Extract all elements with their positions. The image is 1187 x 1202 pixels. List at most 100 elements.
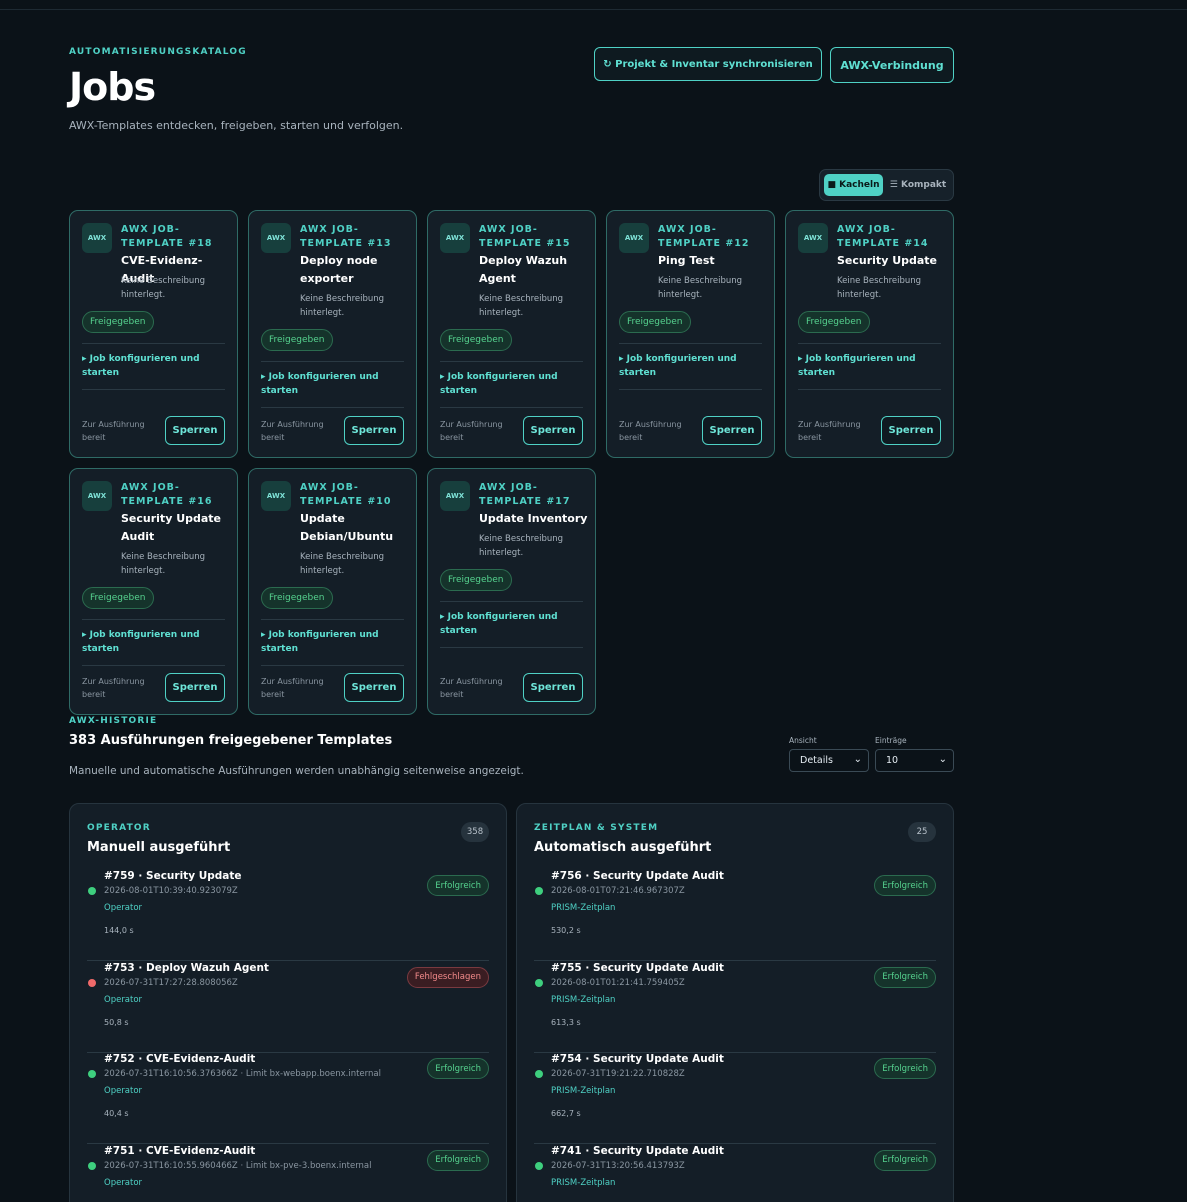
template-kicker: AWX JOB-TEMPLATE #13 [300,224,392,249]
run-title: #753 · Deploy Wazuh Agent [104,961,269,974]
chevron-down-icon: ⌄ [853,754,862,765]
panel-eyebrow: OPERATOR [87,823,151,833]
lock-button[interactable]: Sperren [523,673,583,702]
chevron-down-icon: ⌄ [938,754,947,765]
job-template-card: AWX AWX JOB-TEMPLATE #17 Update Inventor… [427,468,596,715]
lock-button[interactable]: Sperren [165,416,225,445]
run-list-item[interactable]: #741 · Security Update Audit 2026-07-31T… [534,1145,936,1202]
run-status-badge: Erfolgreich [427,1149,489,1171]
template-kicker: AWX JOB-TEMPLATE #16 [121,482,213,507]
job-template-card: AWX AWX JOB-TEMPLATE #14 Security Update… [785,210,954,458]
run-status-badge: Erfolgreich [874,1058,936,1079]
status-dot-icon [535,1070,543,1078]
run-timestamp: 2026-07-31T13:20:56.413793Z [551,1160,685,1171]
divider [619,343,762,344]
awx-logo: AWX [798,223,828,253]
configure-and-start-toggle[interactable]: ▸ Job konfigurieren und starten [798,352,938,380]
run-source: Operator [104,1086,143,1096]
ready-status: Zur Ausführung bereit [261,420,324,442]
view-select-label: Ansicht [789,736,817,745]
run-timestamp: 2026-07-31T17:27:28.808056Z [104,977,238,988]
manual-runs-panel: OPERATOR Manuell ausgeführt 358 #759 · S… [69,803,507,1202]
run-duration: 50,8 s [104,1017,129,1027]
entries-select[interactable]: 10 ⌄ [875,749,954,772]
job-template-card: AWX AWX JOB-TEMPLATE #15 Deploy Wazuh Ag… [427,210,596,458]
run-source: PRISM-Zeitplan [551,1177,616,1188]
tiles-view-button[interactable]: ■ Kacheln [824,174,883,196]
awx-logo: AWX [261,481,291,511]
job-template-card: AWX AWX JOB-TEMPLATE #16 Security Update… [69,468,238,715]
divider [261,361,404,362]
configure-and-start-toggle[interactable]: ▸ Job konfigurieren und starten [440,370,580,398]
run-list-item[interactable]: #752 · CVE-Evidenz-Audit 2026-07-31T16:1… [87,1053,489,1144]
approved-badge: Freigegeben [82,587,154,609]
run-title: #759 · Security Update [104,870,242,882]
template-description: Keine Beschreibung hinterlegt. [121,552,206,576]
template-title: Update Inventory [479,512,588,525]
ready-status: Zur Ausführung bereit [440,420,503,442]
divider [261,665,404,666]
template-title: Update Debian/Ubuntu [300,512,394,543]
view-select[interactable]: Details ⌄ [789,749,869,772]
run-list-item[interactable]: #759 · Security Update 2026-08-01T10:39:… [87,870,489,961]
template-kicker: AWX JOB-TEMPLATE #14 [837,224,929,249]
lock-button[interactable]: Sperren [165,673,225,702]
divider [440,407,583,408]
configure-and-start-toggle[interactable]: ▸ Job konfigurieren und starten [261,370,401,398]
approved-badge: Freigegeben [440,569,512,591]
lock-button[interactable]: Sperren [702,416,762,445]
page-subtitle: AWX-Templates entdecken, freigeben, star… [69,119,404,132]
run-list-item[interactable]: #755 · Security Update Audit 2026-08-01T… [534,962,936,1053]
run-status-badge: Erfolgreich [427,875,489,896]
lock-button[interactable]: Sperren [344,673,404,702]
status-dot-icon [88,887,96,895]
job-template-card: AWX AWX JOB-TEMPLATE #13 Deploy node exp… [248,210,417,458]
awx-logo: AWX [619,223,649,253]
sync-project-inventory-button[interactable]: ↻ Projekt & Inventar synchronisieren [594,47,822,81]
awx-connection-button[interactable]: AWX-Verbindung [830,47,954,83]
ready-status: Zur Ausführung bereit [619,420,682,442]
divider [440,601,583,602]
top-divider [0,9,1187,10]
run-list-item[interactable]: #751 · CVE-Evidenz-Audit 2026-07-31T16:1… [87,1145,489,1202]
divider [798,389,941,390]
run-duration: 40,4 s [104,1109,129,1118]
view-toggle: ■ Kacheln ☰ Kompakt [819,169,954,201]
run-count-badge: 358 [461,822,489,842]
configure-and-start-toggle[interactable]: ▸ Job konfigurieren und starten [619,352,759,380]
run-source: PRISM-Zeitplan [551,903,616,913]
lock-button[interactable]: Sperren [344,416,404,445]
configure-and-start-toggle[interactable]: ▸ Job konfigurieren und starten [440,610,580,638]
status-dot-icon [88,1161,96,1170]
compact-view-button[interactable]: ☰ Kompakt [887,174,949,196]
run-list-item[interactable]: #754 · Security Update Audit 2026-07-31T… [534,1053,936,1144]
awx-logo: AWX [440,481,470,511]
lock-button[interactable]: Sperren [881,416,941,445]
approved-badge: Freigegeben [82,311,154,333]
template-description: Keine Beschreibung hinterlegt. [479,294,564,318]
awx-logo: AWX [261,223,291,253]
run-source: Operator [104,1177,143,1188]
awx-logo: AWX [82,481,112,511]
run-status-badge: Erfolgreich [874,966,936,988]
automatic-runs-panel: ZEITPLAN & SYSTEM Automatisch ausgeführt… [516,803,954,1202]
run-list-item[interactable]: #753 · Deploy Wazuh Agent 2026-07-31T17:… [87,962,489,1053]
run-timestamp: 2026-07-31T16:10:55.960466Z · Limit bx-p… [104,1160,372,1171]
run-title: #741 · Security Update Audit [551,1144,724,1157]
run-status-badge: Erfolgreich [874,1149,936,1171]
run-duration: 662,7 s [551,1109,581,1118]
configure-and-start-toggle[interactable]: ▸ Job konfigurieren und starten [82,628,222,656]
run-list-item[interactable]: #756 · Security Update Audit 2026-08-01T… [534,870,936,961]
run-source: Operator [104,903,143,913]
run-status-badge: Fehlgeschlagen [406,966,489,988]
lock-button[interactable]: Sperren [523,416,583,445]
divider [619,389,762,390]
run-timestamp: 2026-07-31T19:21:22.710828Z [551,1069,685,1079]
configure-and-start-toggle[interactable]: ▸ Job konfigurieren und starten [261,628,401,656]
awx-logo: AWX [440,223,470,253]
run-source: PRISM-Zeitplan [551,1086,616,1096]
job-template-card: AWX AWX JOB-TEMPLATE #10 Update Debian/U… [248,468,417,715]
template-title: Deploy Wazuh Agent [479,254,568,285]
configure-and-start-toggle[interactable]: ▸ Job konfigurieren und starten [82,352,222,380]
divider [440,361,583,362]
